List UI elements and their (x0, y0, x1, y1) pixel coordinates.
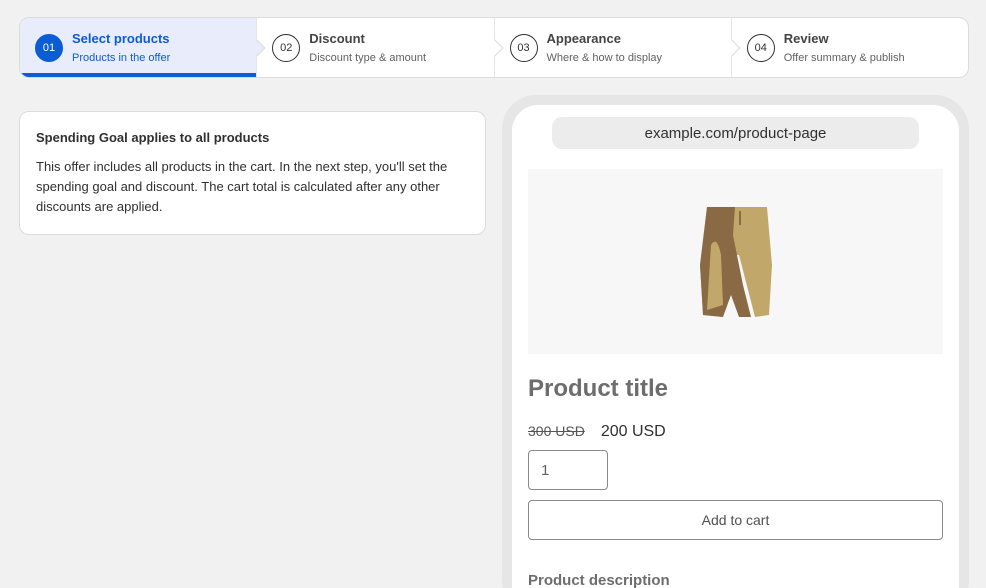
step-select-products[interactable]: 01 Select products Products in the offer (20, 18, 266, 77)
quantity-input[interactable] (528, 450, 608, 490)
info-body: This offer includes all products in the … (36, 159, 448, 214)
url-bar: example.com/product-page (552, 117, 919, 149)
shorts-image (699, 206, 772, 317)
info-title: Spending Goal applies to all products (36, 130, 270, 145)
step-subtitle: Offer summary & publish (783, 51, 905, 64)
step-appearance[interactable]: 03 Appearance Where & how to display (495, 18, 741, 77)
step-title: Select products (72, 30, 170, 46)
step-number: 01 (35, 33, 63, 62)
add-to-cart-button[interactable]: Add to cart (528, 500, 943, 540)
stepper: 01 Select products Products in the offer… (19, 17, 969, 78)
step-number: 02 (272, 33, 301, 62)
product-description-heading: Product description (528, 572, 670, 588)
step-number: 03 (509, 33, 538, 62)
step-subtitle: Where & how to display (546, 51, 663, 64)
info-card: Spending Goal applies to all products Th… (19, 111, 486, 235)
step-number: 04 (746, 33, 775, 62)
product-title: Product title (528, 375, 669, 402)
sale-price: 200 USD (600, 423, 666, 440)
step-subtitle: Discount type & amount (309, 51, 427, 64)
price-row: 300 USD 200 USD (528, 423, 666, 441)
step-discount[interactable]: 02 Discount Discount type & amount (257, 18, 503, 77)
step-review[interactable]: 04 Review Offer summary & publish (732, 18, 968, 77)
step-title: Review (783, 30, 829, 46)
step-title: Appearance (546, 30, 621, 46)
compare-at-price: 300 USD (528, 423, 585, 439)
step-subtitle: Products in the offer (72, 51, 171, 64)
preview-screen: example.com/product-page Product title 3… (512, 105, 959, 588)
step-title: Discount (309, 30, 365, 46)
product-page-preview: example.com/product-page Product title 3… (502, 95, 969, 588)
product-image (528, 169, 943, 354)
